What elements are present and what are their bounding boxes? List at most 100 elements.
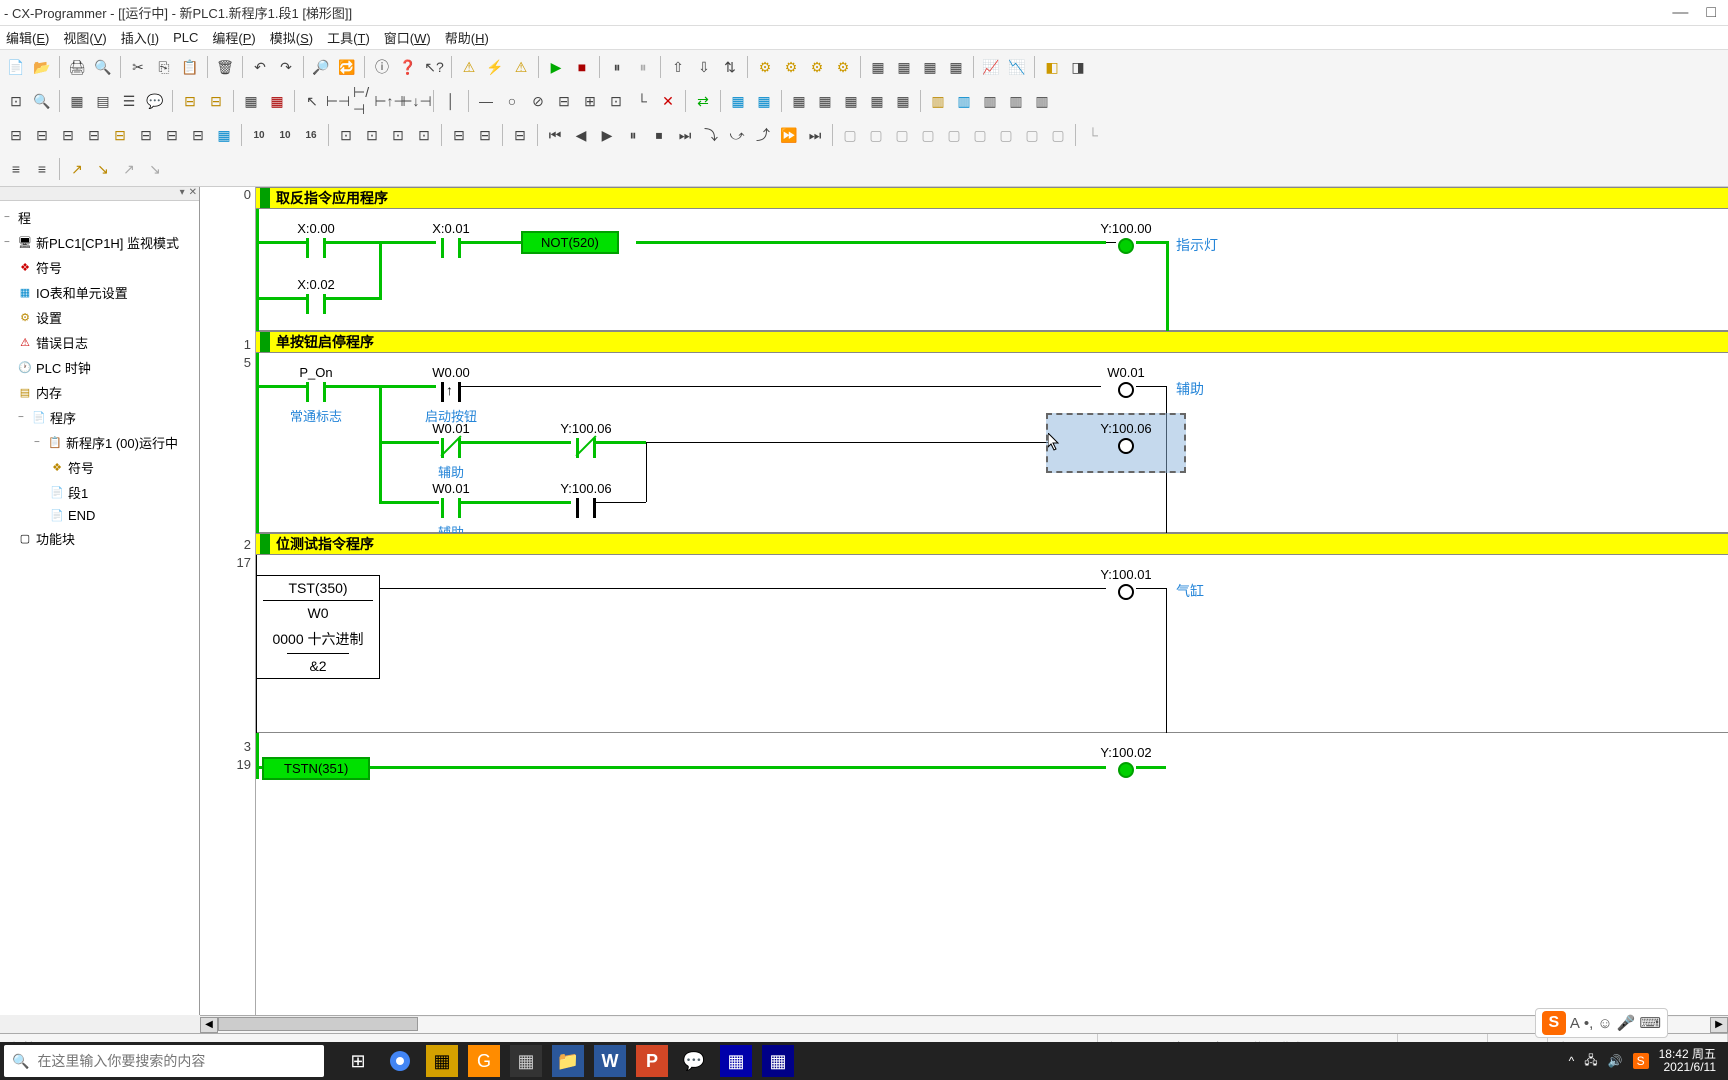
tree-symbols[interactable]: ❖符号 <box>2 255 197 280</box>
step-over-icon[interactable]: ⤻ <box>725 123 749 147</box>
contact-no-icon[interactable]: ⊢⊣ <box>326 89 350 113</box>
arrow2-icon[interactable]: ↘ <box>91 157 115 181</box>
n10b-icon[interactable]: 10 <box>273 123 297 147</box>
mem3-icon[interactable]: ▦ <box>918 55 942 79</box>
copy-icon[interactable]: ⎘ <box>152 55 176 79</box>
sidebar-close-icon[interactable]: ✕ <box>189 187 197 200</box>
ime-s-icon[interactable]: S <box>1542 1011 1566 1035</box>
comment-icon[interactable]: 💬 <box>143 89 167 113</box>
redo-icon[interactable]: ↷ <box>274 55 298 79</box>
menu-view[interactable]: 视图(V) <box>63 28 106 47</box>
r3-b-icon[interactable]: ⊡ <box>360 123 384 147</box>
scroll-track[interactable] <box>218 1017 1710 1033</box>
tray-net-icon[interactable]: 🖧 <box>1584 1051 1597 1072</box>
del-line-icon[interactable]: ✕ <box>656 89 680 113</box>
warn3-icon[interactable]: ⚠ <box>509 55 533 79</box>
trace1-icon[interactable]: 📈 <box>979 55 1003 79</box>
preview-icon[interactable]: 🔍 <box>91 55 115 79</box>
project-tree[interactable]: −程 −🖥新PLC1[CP1H] 监视模式 ❖符号 ▦IO表和单元设置 ⚙设置 … <box>0 201 199 1015</box>
r3-2-icon[interactable]: ⊟ <box>30 123 54 147</box>
contact-n-icon[interactable]: ⊢↓⊣ <box>404 89 428 113</box>
ime-a[interactable]: A <box>1570 1015 1580 1032</box>
arrow4-icon[interactable]: ↘ <box>143 157 167 181</box>
mon1-icon[interactable]: ▦ <box>726 89 750 113</box>
ime-emoji-icon[interactable]: ☺ <box>1597 1015 1612 1032</box>
arrow3-icon[interactable]: ↗ <box>117 157 141 181</box>
not-function[interactable]: NOT(520) <box>521 231 619 254</box>
g2-icon[interactable]: ▢ <box>864 123 888 147</box>
contact-x001[interactable]: X:0.01 <box>411 221 491 258</box>
section-header-0[interactable]: 取反指令应用程序 <box>256 187 1728 209</box>
zoom-fit-icon[interactable]: ⊡ <box>4 89 28 113</box>
mon3-icon[interactable]: ▦ <box>787 89 811 113</box>
func3-icon[interactable]: ⊡ <box>604 89 628 113</box>
scroll-right-icon[interactable]: ▶ <box>1710 1017 1728 1033</box>
menu-edit[interactable]: 编辑(E) <box>6 28 49 47</box>
r3-1-icon[interactable]: ⊟ <box>4 123 28 147</box>
tree-section[interactable]: 📄段1 <box>2 480 197 505</box>
r3-e-icon[interactable]: ⊟ <box>447 123 471 147</box>
coil-icon[interactable]: ○ <box>500 89 524 113</box>
section-header-2[interactable]: 位测试指令程序 <box>256 533 1728 555</box>
mon2-icon[interactable]: ▦ <box>752 89 776 113</box>
tree-symbols2[interactable]: ❖符号 <box>2 455 197 480</box>
table1-icon[interactable]: ▦ <box>239 89 263 113</box>
cut-icon[interactable]: ✂ <box>126 55 150 79</box>
g5-icon[interactable]: ▢ <box>942 123 966 147</box>
tree-error[interactable]: ⚠错误日志 <box>2 330 197 355</box>
warn1-icon[interactable]: ⚠ <box>457 55 481 79</box>
g6-icon[interactable]: ▢ <box>968 123 992 147</box>
mem2-icon[interactable]: ▦ <box>892 55 916 79</box>
pause1-icon[interactable]: ⏸ <box>605 55 629 79</box>
r3-3-icon[interactable]: ⊟ <box>56 123 80 147</box>
r3-7-icon[interactable]: ⊟ <box>160 123 184 147</box>
contact-pon[interactable]: P_On 常通标志 <box>276 365 356 425</box>
hline-icon[interactable]: — <box>474 89 498 113</box>
menu-insert[interactable]: 插入(I) <box>121 28 159 47</box>
step-into-icon[interactable]: ⤵ <box>699 123 723 147</box>
contact-w001-no[interactable]: W0.01 辅助 <box>411 481 491 541</box>
new-icon[interactable]: 📄 <box>4 55 28 79</box>
word-icon[interactable]: W <box>594 1045 626 1077</box>
tree-memory[interactable]: ▤内存 <box>2 380 197 405</box>
app6-icon[interactable]: ▦ <box>762 1045 794 1077</box>
app3-icon[interactable]: ▦ <box>510 1045 542 1077</box>
func1-icon[interactable]: ⊟ <box>552 89 576 113</box>
plc4-icon[interactable]: ▥ <box>1004 89 1028 113</box>
ladder-canvas[interactable]: 取反指令应用程序 X:0.00 X:0.01 NOT(520) <box>256 187 1728 1015</box>
coil-y10000[interactable]: Y:100.00 指示灯 <box>1086 221 1166 254</box>
r3-a-icon[interactable]: ⊡ <box>334 123 358 147</box>
coil-w001[interactable]: W0.01 辅助 <box>1086 365 1166 398</box>
menu-help[interactable]: 帮助(H) <box>445 28 489 47</box>
tree-end[interactable]: 📄END <box>2 505 197 526</box>
pause2-icon[interactable]: ⏸ <box>631 55 655 79</box>
coil-y10001[interactable]: Y:100.01 气缸 <box>1086 567 1166 600</box>
rung2-icon[interactable]: ⊟ <box>204 89 228 113</box>
end-icon[interactable]: ⏭ <box>803 123 827 147</box>
app5-icon[interactable]: ▦ <box>720 1045 752 1077</box>
r3-5-icon[interactable]: ⊟ <box>108 123 132 147</box>
tstn-function[interactable]: TSTN(351) <box>262 757 370 780</box>
replace-icon[interactable]: 🔁 <box>335 55 359 79</box>
ff-icon[interactable]: ⏩ <box>777 123 801 147</box>
r3-g-icon[interactable]: ⊟ <box>508 123 532 147</box>
g8-icon[interactable]: ▢ <box>1020 123 1044 147</box>
online-icon[interactable]: ⇄ <box>691 89 715 113</box>
ime-punct-icon[interactable]: •, <box>1584 1015 1593 1032</box>
plc5-icon[interactable]: ▥ <box>1030 89 1054 113</box>
coil-y10002[interactable]: Y:100.02 <box>1086 745 1166 778</box>
gear1-icon[interactable]: ⚙ <box>753 55 777 79</box>
ime-mic-icon[interactable]: 🎤 <box>1617 1014 1636 1032</box>
print-icon[interactable]: 🖨 <box>65 55 89 79</box>
g9-icon[interactable]: ▢ <box>1046 123 1070 147</box>
grid2-icon[interactable]: ▤ <box>91 89 115 113</box>
menu-program[interactable]: 编程(P) <box>212 28 255 47</box>
r3-4-icon[interactable]: ⊟ <box>82 123 106 147</box>
mon7-icon[interactable]: ▦ <box>891 89 915 113</box>
rung-1[interactable]: P_On 常通标志 W0.00 ↑ 启动按钮 W0.01 辅助 <box>256 353 1728 533</box>
rung-2[interactable]: Y:100.01 气缸 TST(350) W0 0000 十六进制 &2 <box>256 555 1728 733</box>
delete-icon[interactable]: 🗑 <box>213 55 237 79</box>
contact-x000[interactable]: X:0.00 <box>276 221 356 258</box>
step-next-icon[interactable]: ⏭ <box>673 123 697 147</box>
tray-vol-icon[interactable]: 🔊 <box>1608 1054 1623 1068</box>
